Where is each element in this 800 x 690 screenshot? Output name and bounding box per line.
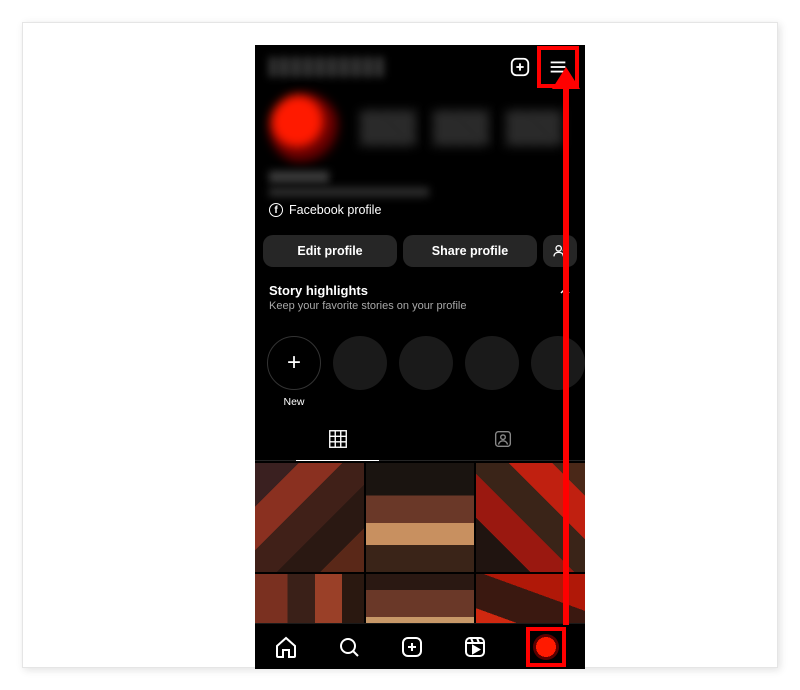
profile-tabs: [255, 418, 585, 461]
reels-icon: [463, 635, 487, 659]
highlights-row: + New: [255, 322, 585, 410]
username-blurred[interactable]: [269, 57, 384, 77]
profile-header: [255, 45, 585, 83]
post-thumbnail[interactable]: [366, 463, 475, 572]
nav-profile-highlight: [526, 627, 566, 667]
search-icon: [337, 635, 361, 659]
tutorial-frame: f Facebook profile Edit profile Share pr…: [22, 22, 778, 668]
nav-create[interactable]: [400, 635, 424, 659]
profile-stats: [339, 110, 571, 146]
plus-square-icon: [509, 56, 531, 78]
profile-buttons-row: Edit profile Share profile: [255, 225, 585, 277]
display-name-blurred: [269, 171, 329, 183]
grid-icon: [327, 428, 349, 450]
highlight-placeholder: [333, 336, 387, 390]
highlight-placeholder: [531, 336, 585, 390]
tab-tagged[interactable]: [420, 418, 585, 460]
profile-avatar[interactable]: [269, 93, 339, 163]
story-highlights-section: Story highlights Keep your favorite stor…: [255, 277, 585, 322]
nav-profile[interactable]: [533, 634, 559, 660]
highlights-subtitle: Keep your favorite stories on your profi…: [269, 300, 571, 312]
tab-posts-grid[interactable]: [255, 418, 420, 460]
nav-reels[interactable]: [463, 635, 487, 659]
nav-search[interactable]: [337, 635, 361, 659]
discover-people-button[interactable]: [543, 235, 577, 267]
edit-profile-button[interactable]: Edit profile: [263, 235, 397, 267]
facebook-link-label: Facebook profile: [289, 203, 381, 217]
bio-text-blurred: [269, 187, 429, 197]
share-profile-button[interactable]: Share profile: [403, 235, 537, 267]
posts-stat-blurred[interactable]: [360, 110, 416, 146]
new-highlight-button[interactable]: + New: [267, 336, 321, 408]
facebook-icon: f: [269, 203, 283, 217]
tagged-icon: [492, 428, 514, 450]
share-profile-label: Share profile: [432, 244, 508, 258]
home-icon: [274, 635, 298, 659]
edit-profile-label: Edit profile: [297, 244, 362, 258]
post-thumbnail[interactable]: [255, 463, 364, 572]
profile-row: [255, 83, 585, 169]
highlights-title: Story highlights: [269, 283, 571, 298]
highlight-placeholder: [465, 336, 519, 390]
annotation-arrow: [563, 85, 569, 625]
bottom-nav: [255, 623, 585, 669]
create-post-button[interactable]: [505, 52, 535, 82]
phone-screenshot: f Facebook profile Edit profile Share pr…: [255, 45, 585, 669]
highlight-placeholder: [399, 336, 453, 390]
followers-stat-blurred[interactable]: [433, 110, 489, 146]
plus-square-icon: [400, 635, 424, 659]
nav-home[interactable]: [274, 635, 298, 659]
facebook-profile-link[interactable]: f Facebook profile: [269, 203, 571, 217]
new-highlight-label: New: [267, 396, 321, 408]
following-stat-blurred[interactable]: [506, 110, 562, 146]
profile-bio: f Facebook profile: [255, 169, 585, 225]
